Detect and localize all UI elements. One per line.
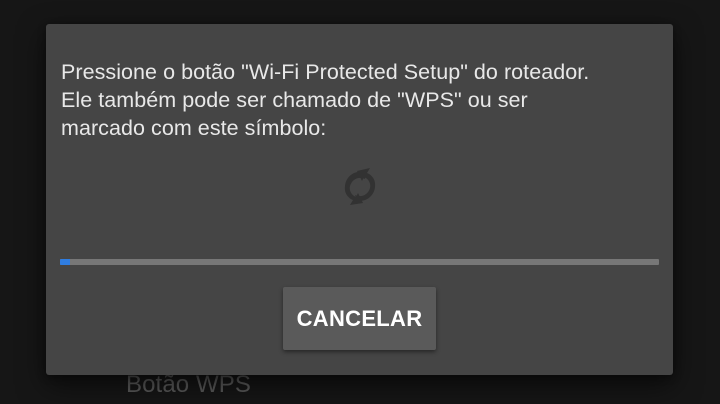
cancel-button[interactable]: CANCELAR xyxy=(283,287,436,350)
progress-fill xyxy=(60,259,70,265)
wps-dialog: Pressione o botão "Wi-Fi Protected Setup… xyxy=(46,24,673,375)
progress-bar xyxy=(60,259,659,265)
wps-icon xyxy=(344,168,376,205)
dialog-message: Pressione o botão "Wi-Fi Protected Setup… xyxy=(61,60,590,140)
